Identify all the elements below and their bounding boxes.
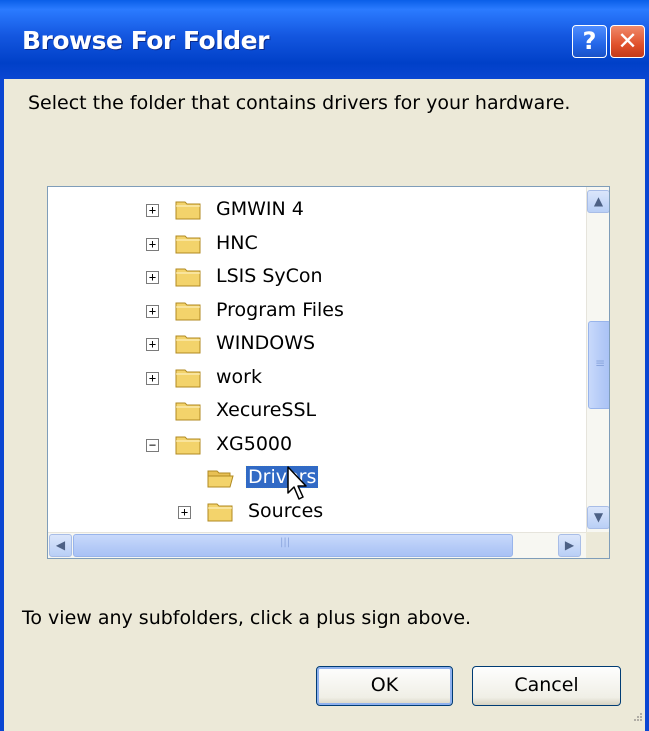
chevron-left-icon: ◀ [55,538,66,552]
dialog-title: Browse For Folder [22,26,269,55]
scroll-right-button[interactable]: ▶ [558,534,581,557]
browse-for-folder-dialog: Browse For Folder ? ✕ Select the folder … [0,0,649,731]
folder-icon [175,233,203,255]
folder-icon [175,199,203,221]
expand-icon[interactable]: + [146,204,159,217]
tree-item[interactable]: − XG5000 [48,430,586,460]
horizontal-scrollbar[interactable]: ◀ ||| ▶ [48,532,586,558]
folder-open-icon [207,467,235,489]
expand-icon[interactable]: + [146,304,159,318]
chevron-down-icon: ▼ [593,510,604,524]
tree-item-label[interactable]: HNC [214,232,260,254]
vertical-scrollbar[interactable]: ▲ ≡ ▼ [586,187,609,532]
tree-item[interactable]: + Sources [48,497,586,527]
hint-text: To view any subfolders, click a plus sig… [22,607,472,629]
tree-item[interactable]: + LSIS SyCon [48,262,586,292]
tree-item-label[interactable]: LSIS SyCon [214,265,325,287]
instruction-text: Select the folder that contains drivers … [28,92,571,114]
expand-icon[interactable]: + [178,505,191,519]
tree-item-label[interactable]: Program Files [214,299,346,321]
close-button[interactable]: ✕ [610,25,645,58]
close-icon: ✕ [617,27,638,55]
folder-icon [175,333,203,355]
help-button[interactable]: ? [572,25,607,58]
tree-item[interactable]: + HNC [48,229,586,259]
folder-icon [175,400,203,422]
mouse-cursor-icon [287,466,313,506]
grip-icon: ||| [280,537,291,548]
tree-item-label[interactable]: XecureSSL [214,399,318,421]
horizontal-scroll-thumb[interactable]: ||| [73,534,513,557]
cancel-button[interactable]: Cancel [472,666,621,706]
scrollbar-corner [586,532,609,558]
tree-item[interactable]: + WINDOWS [48,329,586,359]
expand-icon[interactable]: + [146,237,159,251]
folder-icon [175,434,203,456]
scroll-up-button[interactable]: ▲ [587,190,609,213]
folder-icon [207,501,235,523]
scroll-left-button[interactable]: ◀ [49,534,72,557]
folder-icon [175,367,203,389]
resize-grip-icon[interactable] [631,710,643,725]
tree-item[interactable]: + work [48,363,586,393]
tree-item-label[interactable]: Sources [246,500,325,522]
folder-icon [175,266,203,288]
tree-item[interactable]: + GMWIN 4 [48,195,586,225]
window-border-right [645,79,649,731]
vertical-scroll-thumb[interactable]: ≡ [588,321,609,409]
tree-item[interactable]: + Program Files [48,296,586,326]
grip-icon: ≡ [595,356,606,370]
expand-icon[interactable]: + [146,338,159,351]
expand-icon[interactable]: + [146,371,159,385]
help-icon: ? [582,27,597,55]
tree-item-label[interactable]: GMWIN 4 [214,198,306,220]
scroll-down-button[interactable]: ▼ [587,506,609,529]
chevron-right-icon: ▶ [564,538,575,552]
tree-item-label[interactable]: work [214,366,264,388]
tree-item[interactable]: Drivers [48,463,586,493]
folder-icon [175,300,203,322]
expand-icon[interactable]: + [146,271,159,284]
chevron-up-icon: ▲ [593,194,604,208]
folder-tree[interactable]: + GMWIN 4 + HNC + LSIS SyCon + Program Files + WI… [47,186,610,559]
window-border-left [0,79,4,731]
collapse-icon[interactable]: − [146,438,159,452]
tree-item[interactable]: XecureSSL [48,396,586,426]
tree-item-label[interactable]: XG5000 [214,433,294,455]
ok-button[interactable]: OK [316,666,453,706]
tree-item-label[interactable]: WINDOWS [214,332,317,354]
title-bar[interactable]: Browse For Folder ? ✕ [0,0,649,79]
